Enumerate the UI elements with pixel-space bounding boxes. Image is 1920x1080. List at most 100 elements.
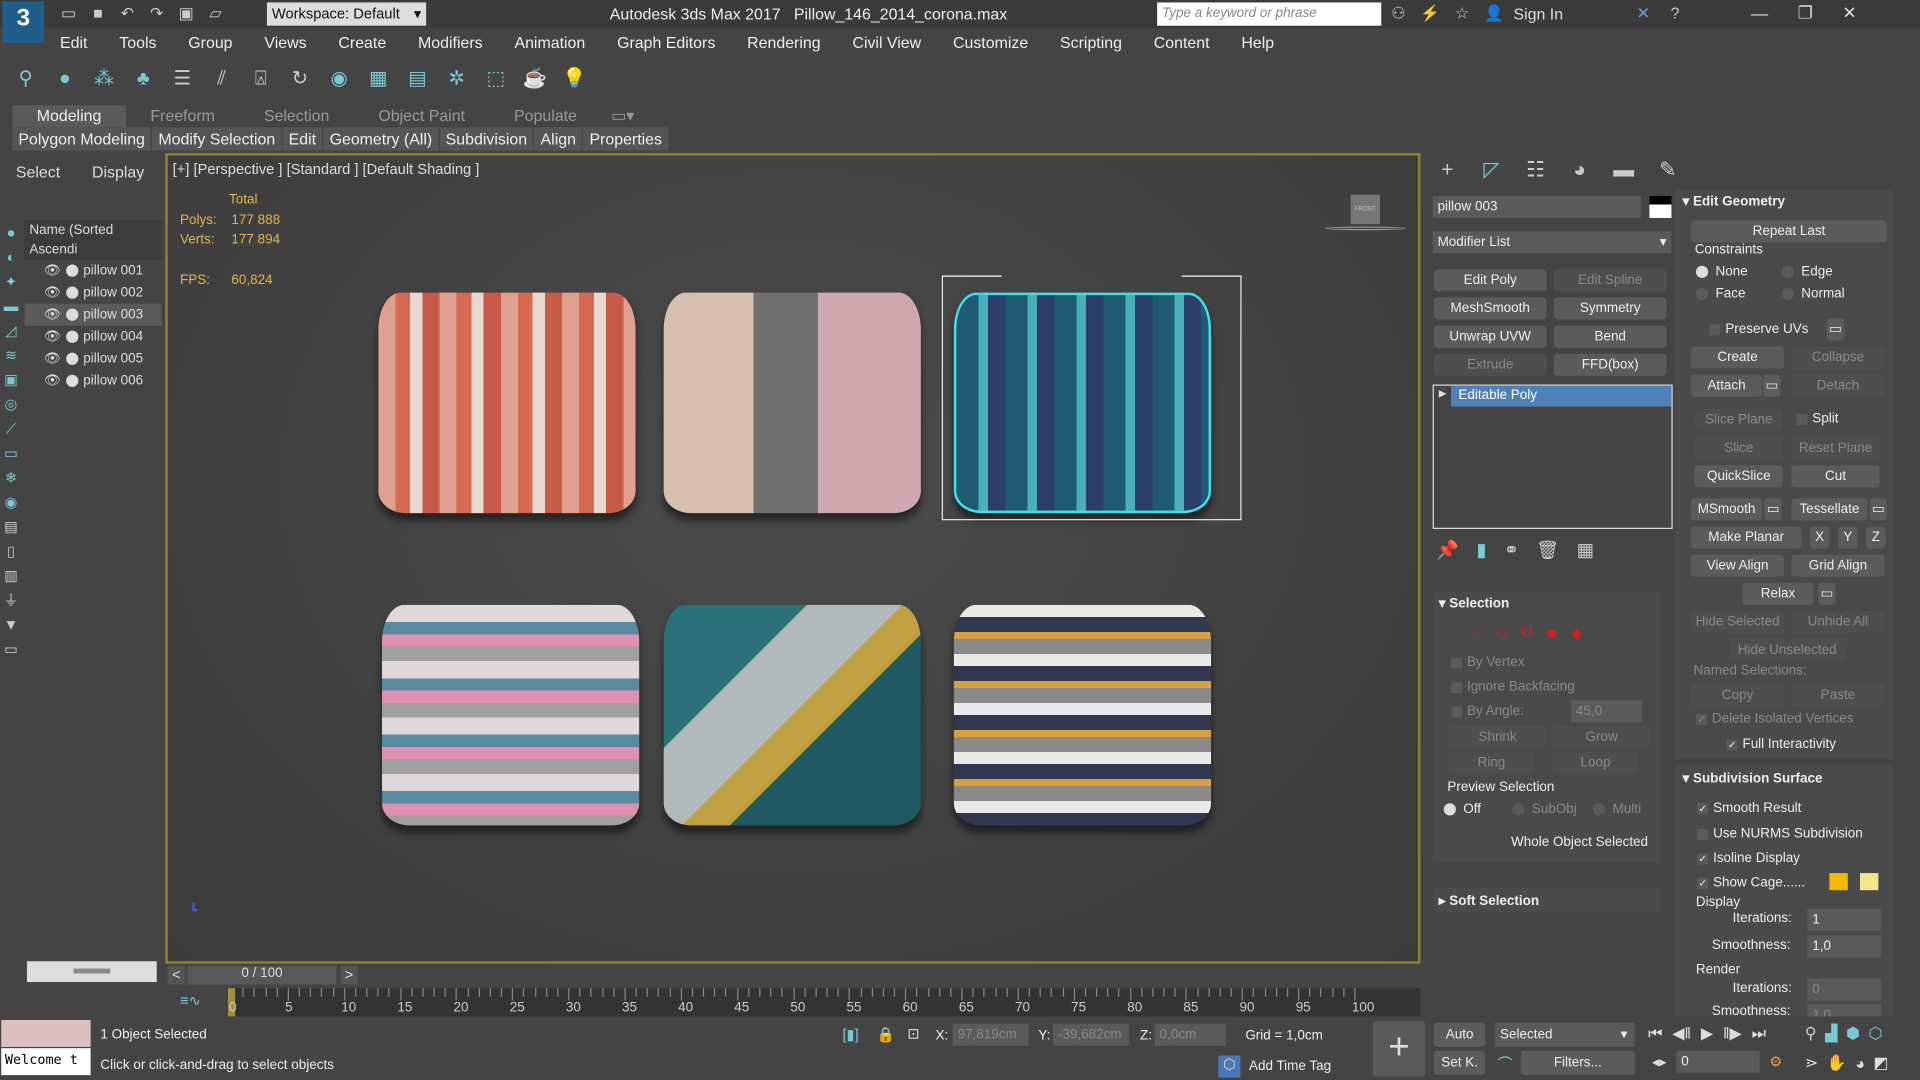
- maxscript-input[interactable]: Welcome t: [1, 1048, 91, 1076]
- orbit-icon[interactable]: ◕: [1855, 1054, 1865, 1072]
- geometry-filter-icon[interactable]: ●: [0, 220, 22, 244]
- app-logo[interactable]: 3: [2, 1, 45, 43]
- hidden-filter-icon[interactable]: ◉: [0, 490, 22, 514]
- open-icon[interactable]: ▭: [56, 4, 80, 24]
- reset-plane-button[interactable]: Reset Plane: [1791, 437, 1880, 460]
- hierarchy-tab-icon[interactable]: ☷: [1522, 158, 1549, 185]
- layer-slider[interactable]: [26, 961, 157, 983]
- star-icon[interactable]: ☆: [1450, 4, 1474, 24]
- workspace-dropdown[interactable]: Workspace: Default ▾: [266, 2, 427, 26]
- undo-icon[interactable]: ↶: [115, 4, 139, 24]
- isoline-display-checkbox[interactable]: ✓ Isoline Display: [1697, 851, 1800, 866]
- filter-icon[interactable]: ⏚: [0, 588, 22, 612]
- visibility-eye-icon[interactable]: 👁: [44, 282, 61, 304]
- planar-z-button[interactable]: Z: [1866, 526, 1886, 549]
- tessellate-button[interactable]: Tessellate: [1791, 498, 1868, 521]
- scene-explorer-icon[interactable]: ☰: [169, 66, 196, 93]
- pin-stack-icon[interactable]: 📌: [1436, 539, 1459, 561]
- shrink-button[interactable]: Shrink: [1448, 726, 1547, 749]
- split-checkbox[interactable]: Split: [1796, 411, 1838, 426]
- ribbon-modify-selection[interactable]: Modify Selection: [152, 127, 283, 151]
- exchange-icon[interactable]: ✕: [1631, 4, 1655, 24]
- modifier-ffd-box--button[interactable]: FFD(box): [1553, 353, 1667, 376]
- minimize-button[interactable]: —: [1751, 3, 1768, 23]
- camera-filter-icon[interactable]: ▬: [0, 294, 22, 318]
- ignore-backfacing-checkbox[interactable]: Ignore Backfacing: [1451, 680, 1575, 694]
- zoom-extents-icon[interactable]: ⬢: [1846, 1024, 1860, 1044]
- project-icon[interactable]: ▣: [174, 4, 198, 24]
- object-name-field[interactable]: pillow 003: [1432, 195, 1641, 218]
- go-to-start-icon[interactable]: ⏮: [1648, 1024, 1662, 1044]
- list-item[interactable]: 👁 pillow 002: [24, 282, 161, 304]
- bone-filter-icon[interactable]: ⟋: [0, 416, 22, 440]
- tab-selection[interactable]: Selection: [239, 105, 353, 127]
- key-filters-button[interactable]: Filters...: [1520, 1050, 1635, 1076]
- iterations-spinner[interactable]: 1: [1807, 908, 1881, 931]
- pillow-004[interactable]: [382, 604, 640, 826]
- time-configuration-icon[interactable]: ⚙: [1769, 1053, 1782, 1070]
- field-of-view-icon[interactable]: ⋗: [1805, 1053, 1818, 1073]
- tab-display[interactable]: Display: [76, 159, 160, 186]
- render-setup-icon[interactable]: ▦: [365, 66, 392, 93]
- settings-dialog-button[interactable]: ▭: [1763, 374, 1781, 397]
- curve-editor-toggle-icon[interactable]: ≡∿: [180, 992, 201, 1009]
- ribbon-polygon-modeling[interactable]: Polygon Modeling: [12, 127, 153, 151]
- constraint-edge-radio[interactable]: Edge: [1781, 264, 1833, 279]
- hide-unselected-button[interactable]: Hide Unselected: [1728, 639, 1846, 662]
- light-filter-icon[interactable]: ✦: [0, 269, 22, 293]
- lock-selection-icon[interactable]: 🔒: [877, 1026, 895, 1043]
- next-frame-button[interactable]: >: [340, 966, 358, 985]
- relax-button[interactable]: Relax: [1742, 582, 1814, 605]
- maximize-button[interactable]: ❐: [1798, 2, 1813, 23]
- constraint-face-radio[interactable]: Face: [1695, 287, 1745, 301]
- list-item[interactable]: 👁 pillow 005: [24, 348, 161, 370]
- folder-icon[interactable]: ▭: [0, 637, 22, 661]
- soft-selection-header[interactable]: ▸ Soft Selection: [1439, 893, 1539, 909]
- repeat-last-button[interactable]: Repeat Last: [1691, 220, 1887, 243]
- x-coordinate-field[interactable]: 97,819cm: [952, 1023, 1029, 1046]
- teapot-icon[interactable]: ☕: [522, 66, 549, 93]
- make-unique-icon[interactable]: ⚭: [1504, 539, 1519, 561]
- visibility-eye-icon[interactable]: 👁: [44, 326, 61, 348]
- make-planar-button[interactable]: Make Planar: [1691, 526, 1802, 549]
- sign-in-button[interactable]: Sign In: [1513, 4, 1623, 22]
- slice-button[interactable]: Slice: [1694, 437, 1783, 460]
- mirror-icon[interactable]: ⫽: [208, 66, 235, 93]
- column-header[interactable]: Name (Sorted Ascendi: [24, 220, 162, 260]
- render-smoothness-spinner[interactable]: 1,0: [1807, 1004, 1881, 1017]
- tab-modeling[interactable]: Modeling: [12, 105, 126, 128]
- menu-customize[interactable]: Customize: [937, 29, 1044, 56]
- menu-help[interactable]: Help: [1225, 29, 1290, 56]
- preserve-uvs-checkbox[interactable]: Preserve UVs: [1709, 322, 1808, 337]
- modifier-symmetry-button[interactable]: Symmetry: [1553, 297, 1667, 320]
- pillow-001[interactable]: [378, 292, 636, 514]
- help-icon[interactable]: ?: [1663, 4, 1687, 24]
- preview-multi-radio[interactable]: Multi: [1593, 802, 1641, 817]
- modifier-list-dropdown[interactable]: Modifier List ▾: [1432, 231, 1672, 254]
- auto-key-button[interactable]: Auto: [1433, 1022, 1486, 1047]
- preview-off-radio[interactable]: Off: [1443, 802, 1481, 817]
- slice-plane-button[interactable]: Slice Plane: [1694, 408, 1783, 432]
- container-filter-icon[interactable]: ▭: [0, 441, 22, 465]
- preserve-uvs-settings-button[interactable]: ▭: [1826, 318, 1845, 341]
- angle-spinner[interactable]: 45,0: [1571, 700, 1643, 723]
- use-nurms-checkbox[interactable]: Use NURMS Subdivision: [1697, 827, 1863, 841]
- cage-color-swatch[interactable]: [1829, 873, 1848, 891]
- ribbon-properties[interactable]: Properties: [583, 127, 670, 151]
- list-item[interactable]: 👁 pillow 003: [24, 303, 162, 326]
- group-filter-icon[interactable]: ▣: [0, 367, 22, 391]
- motion-tab-icon[interactable]: ◕: [1566, 158, 1593, 185]
- layer-icon[interactable]: ⬚: [482, 66, 509, 93]
- collapse-button[interactable]: Collapse: [1791, 346, 1885, 369]
- current-frame-spinner[interactable]: 0: [1676, 1050, 1760, 1073]
- settings-dialog-button[interactable]: ▭: [1869, 498, 1887, 521]
- cut-button[interactable]: Cut: [1791, 465, 1880, 488]
- zoom-icon[interactable]: ⚲: [1805, 1024, 1817, 1044]
- render-frame-icon[interactable]: ▤: [404, 66, 431, 93]
- user-icon[interactable]: 👤: [1482, 4, 1506, 24]
- planar-y-button[interactable]: Y: [1837, 526, 1858, 549]
- paste-button[interactable]: Paste: [1791, 684, 1885, 707]
- y-coordinate-field[interactable]: -39,682cm: [1053, 1023, 1129, 1046]
- modifier-unwrap-uvw-button[interactable]: Unwrap UVW: [1433, 325, 1547, 348]
- page-icon[interactable]: ▯: [0, 539, 22, 563]
